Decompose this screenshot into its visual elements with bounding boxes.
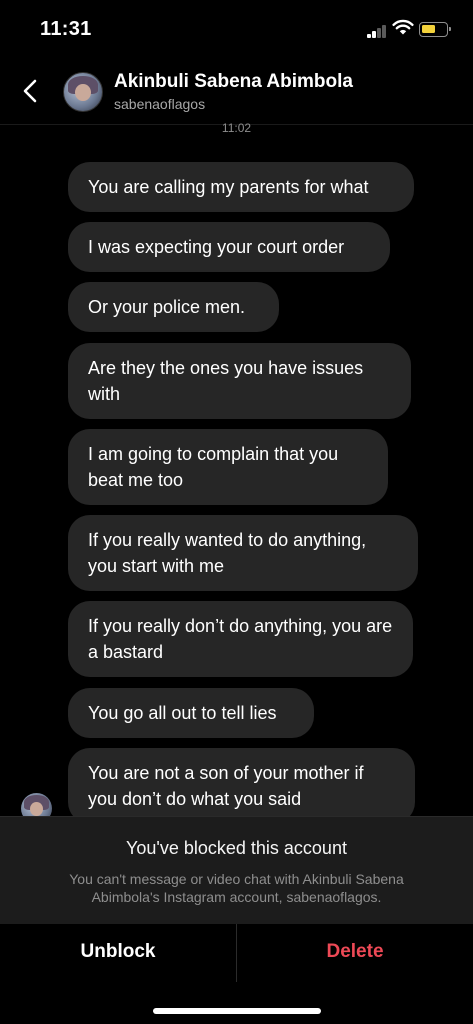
message-bubble[interactable]: Are they the ones you have issues with [68,343,411,419]
blocked-description: You can't message or video chat with Aki… [69,871,404,905]
chat-header: Akinbuli Sabena Abimbola sabenaoflagos [0,60,473,125]
battery-icon [419,22,451,37]
wifi-icon [392,19,414,35]
battery-level-fill [422,25,436,33]
blocked-account-panel: You've blocked this account You can't me… [0,816,473,925]
home-indicator[interactable] [153,1008,321,1014]
message-bubble[interactable]: If you really don’t do anything, you are… [68,601,413,677]
message-bubble[interactable]: You go all out to tell lies [68,688,314,738]
contact-name[interactable]: Akinbuli Sabena Abimbola [114,71,353,93]
back-button[interactable] [18,76,44,106]
delete-button[interactable]: Delete [237,941,473,963]
cellular-signal-icon [367,24,387,38]
message-bubble[interactable]: I was expecting your court order [68,222,390,272]
profile-avatar[interactable] [63,72,103,112]
status-bar: 11:31 [0,0,473,60]
message-bubble[interactable]: You are not a son of your mother if you … [68,748,415,824]
message-timestamp: 11:02 [221,121,252,135]
unblock-button[interactable]: Unblock [0,941,236,963]
message-bubble[interactable]: If you really wanted to do anything, you… [68,515,418,591]
blocked-title: You've blocked this account [126,838,347,858]
message-bubble[interactable]: You are calling my parents for what [68,162,414,212]
message-bubble[interactable]: I am going to complain that you beat me … [68,429,388,505]
message-bubble[interactable]: Or your police men. [68,282,279,332]
contact-username[interactable]: sabenaoflagos [114,96,205,112]
status-time: 11:31 [40,18,92,40]
